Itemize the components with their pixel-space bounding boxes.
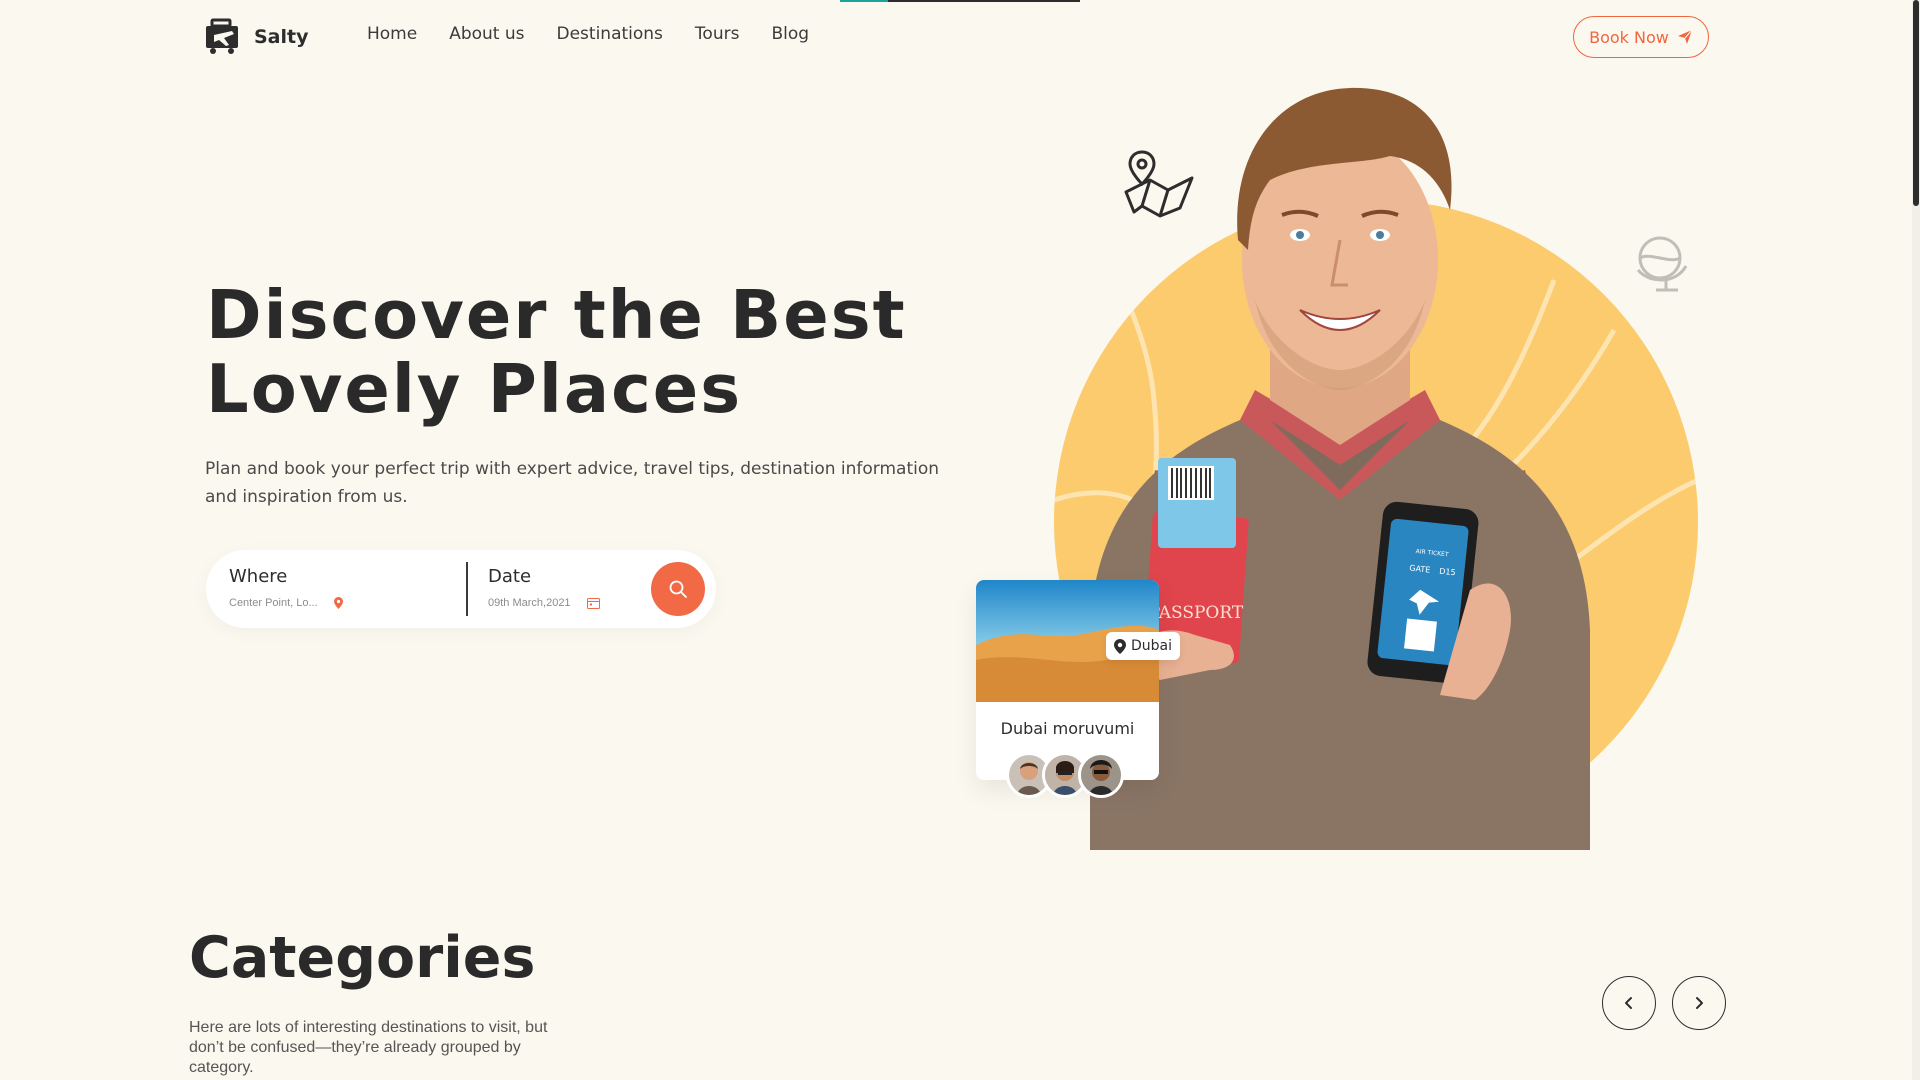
seat-label: D15 [1439,567,1456,578]
scrollbar-thumb[interactable] [1913,0,1919,206]
avatar-group [1006,752,1124,798]
search-divider [466,562,468,616]
categories-title: Categories [189,925,536,991]
suitcase-logo-icon [206,18,238,54]
categories-subtitle: Here are lots of interesting destination… [189,1019,548,1076]
top-indicator-accent [840,0,888,2]
search-bar: Where Center Point, Lo... Date 09th Marc… [206,550,716,628]
where-value: Center Point, Lo... [229,597,318,609]
paper-plane-icon [1677,29,1693,44]
nav-item-tours[interactable]: Tours [695,24,740,44]
nav-item-destinations[interactable]: Destinations [557,24,663,44]
page-scrollbar[interactable] [1912,0,1920,1080]
categories-prev-button[interactable] [1602,976,1656,1030]
book-now-button[interactable]: Book Now [1573,16,1709,58]
nav-item-home[interactable]: Home [367,24,417,44]
hero-title-line-1: Discover the Best [206,276,907,354]
hero-subtitle: Plan and book your perfect trip with exp… [205,459,940,507]
location-tag-label: Dubai [1131,638,1173,654]
nav-item-about-us[interactable]: About us [449,24,524,44]
date-label: Date [488,566,532,587]
where-field[interactable]: Where Center Point, Lo... [229,566,343,609]
logo[interactable]: Salty [204,18,309,56]
top-indicator [840,0,1080,2]
destination-card[interactable]: Dubai Dubai moruvumi [976,580,1181,798]
destination-title: Dubai moruvumi [1000,719,1135,738]
location-tag: Dubai [1106,632,1181,660]
hero-title-line-2: Lovely Places [206,350,743,428]
search-button[interactable] [651,562,705,616]
map-pin-icon [333,597,343,609]
calendar-icon [586,598,600,609]
where-label: Where [229,566,288,587]
date-value: 09th March,2021 [488,597,571,609]
date-field[interactable]: Date 09th March,2021 [488,566,600,609]
passport-text: PASSPORT [1149,603,1244,623]
location-pin-icon [1114,638,1126,654]
nav-item-blog[interactable]: Blog [771,24,809,44]
avatar [1078,752,1124,798]
chevron-left-icon [1625,997,1632,1009]
chevron-right-icon [1696,997,1703,1009]
search-icon [669,580,687,598]
hero-title: Discover the Best Lovely Places [206,278,926,426]
main-nav: Home About us Destinations Tours Blog [367,24,809,44]
book-now-label: Book Now [1589,27,1669,47]
brand-name: Salty [254,26,309,48]
categories-next-button[interactable] [1672,976,1726,1030]
